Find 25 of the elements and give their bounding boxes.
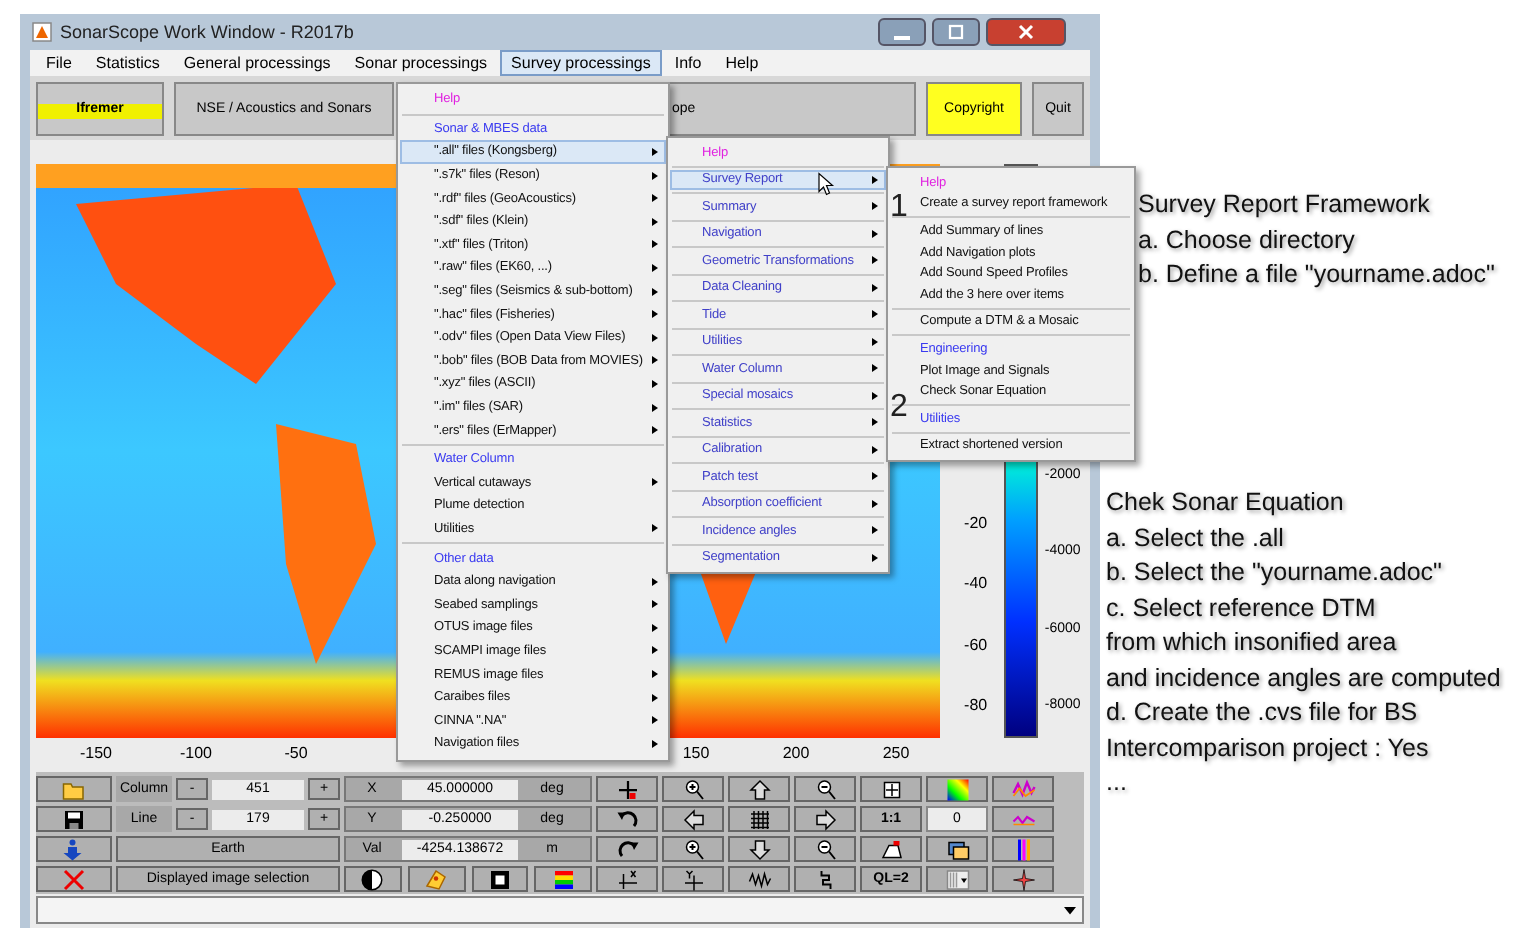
axis-tick-label: -40	[964, 574, 988, 593]
axis-tick-label: 150	[682, 744, 710, 762]
annotation-text: c. Select reference DTM	[1106, 591, 1378, 625]
axis-tick-label: 250	[882, 744, 910, 762]
annotation-text: Intercomparison project : Yes	[1106, 731, 1431, 766]
axis-tick-label: -150	[80, 744, 112, 762]
annotation-text: from which insonified area	[1106, 626, 1399, 660]
annotation-text: Survey Report Framework	[1138, 188, 1432, 222]
window-title: SonarScope Work Window - R2017b	[60, 22, 354, 42]
axis-tick-label: -20	[964, 513, 988, 532]
annotation-text: and incidence angles are computed	[1106, 661, 1501, 696]
annotation-text: d. Create the .cvs file for BS	[1106, 696, 1420, 730]
step-number: 2	[890, 392, 908, 424]
axis-tick-label: -60	[964, 635, 988, 654]
annotation-text: Chek Sonar Equation	[1106, 486, 1346, 520]
step-number: 1	[890, 192, 908, 224]
axis-tick-label: 200	[782, 744, 810, 762]
axis-tick-label: -80	[964, 696, 988, 715]
annotation-text: ...	[1106, 766, 1129, 800]
annotation-text: a. Choose directory	[1138, 223, 1357, 258]
axis-tick-label: -50	[284, 744, 308, 762]
annotation-text: b. Define a file "yourname.adoc"	[1138, 258, 1495, 292]
annotation-text: b. Select the "yourname.adoc"	[1106, 556, 1444, 590]
axis-tick-label: -100	[180, 744, 212, 762]
annotation-text: a. Select the .all	[1106, 521, 1286, 555]
